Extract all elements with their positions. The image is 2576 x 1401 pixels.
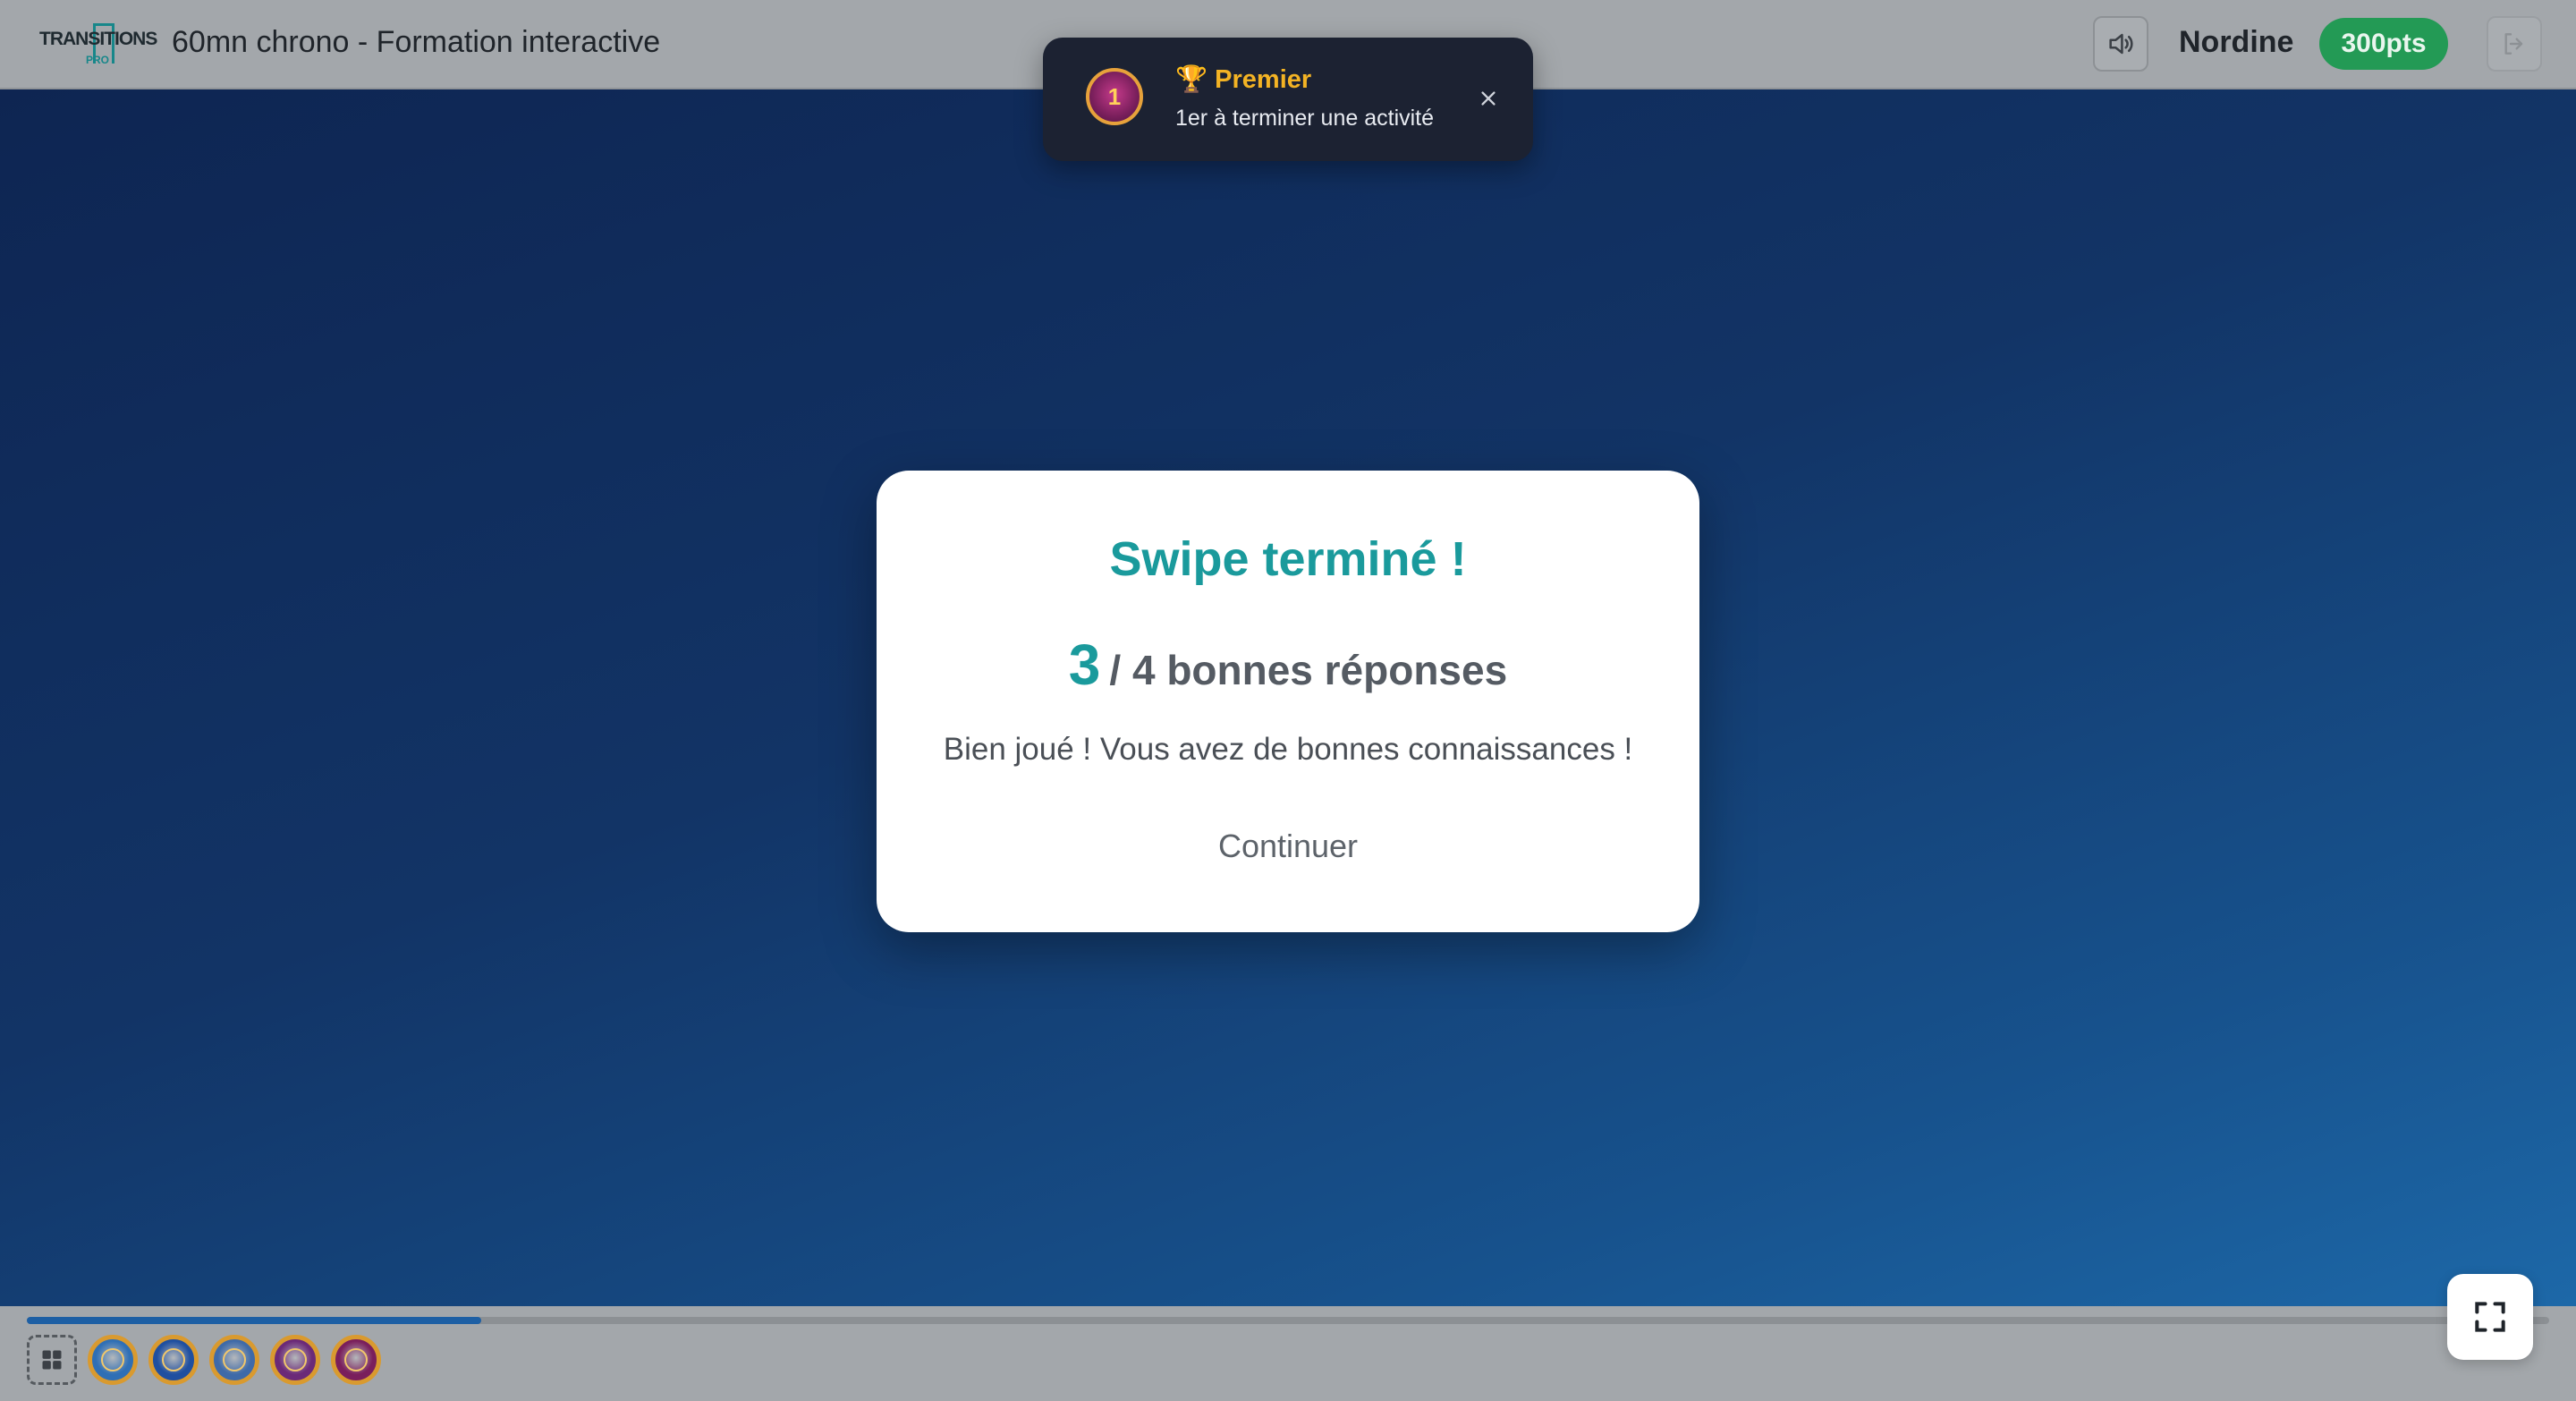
badge-emblem	[162, 1348, 185, 1371]
activity-grid-button[interactable]	[27, 1335, 77, 1385]
score-value: 3	[1068, 633, 1101, 697]
modal-title: Swipe terminé !	[1109, 532, 1467, 586]
badge-emblem	[223, 1348, 246, 1371]
result-modal: Swipe terminé ! 3 / 4 bonnes réponses Bi…	[877, 471, 1699, 932]
logo-pro-label: PRO	[86, 54, 110, 66]
medal-number: 1	[1107, 82, 1122, 110]
app-title: 60mn chrono - Formation interactive	[172, 25, 661, 59]
progress-bar	[27, 1317, 2549, 1324]
badge-emblem	[284, 1348, 307, 1371]
fullscreen-button[interactable]	[2447, 1274, 2533, 1360]
points-badge: 300pts	[2319, 18, 2448, 70]
fullscreen-icon	[2475, 1302, 2505, 1332]
grid-icon	[42, 1350, 62, 1370]
brand-logo: TRANSITIONS PRO	[36, 20, 157, 70]
logout-icon	[2504, 33, 2523, 55]
toast-title: 🏆 Premier	[1175, 65, 1312, 94]
toast-close-button[interactable]	[1470, 81, 1506, 116]
badge-emblem	[344, 1348, 368, 1371]
progress-fill	[27, 1317, 481, 1324]
badge-lightning-icon[interactable]	[148, 1335, 199, 1385]
logo-wordmark: TRANSITIONS	[39, 29, 157, 49]
badge-purple-icon[interactable]	[270, 1335, 320, 1385]
first-place-medal-icon: 1	[1086, 68, 1143, 125]
badge-emblem	[101, 1348, 124, 1371]
speaker-icon	[2109, 33, 2133, 55]
logout-button[interactable]	[2487, 16, 2542, 72]
result-message: Bien joué ! Vous avez de bonnes connaiss…	[943, 732, 1633, 767]
continue-button[interactable]: Continuer	[1163, 819, 1413, 873]
bottom-bar	[0, 1306, 2576, 1401]
toast-description: 1er à terminer une activité	[1175, 106, 1435, 131]
score-total-label: / 4 bonnes réponses	[1109, 647, 1508, 693]
badge-blue-icon[interactable]	[88, 1335, 138, 1385]
close-icon	[1481, 91, 1496, 106]
badge-swipe-icon[interactable]	[209, 1335, 259, 1385]
badge-first-icon[interactable]	[331, 1335, 381, 1385]
user-name: Nordine	[2179, 25, 2294, 59]
sound-toggle-button[interactable]	[2093, 16, 2148, 72]
achievement-toast: 1 🏆 Premier 1er à terminer une activité	[1043, 38, 1533, 161]
score-line: 3 / 4 bonnes réponses	[877, 632, 1699, 698]
